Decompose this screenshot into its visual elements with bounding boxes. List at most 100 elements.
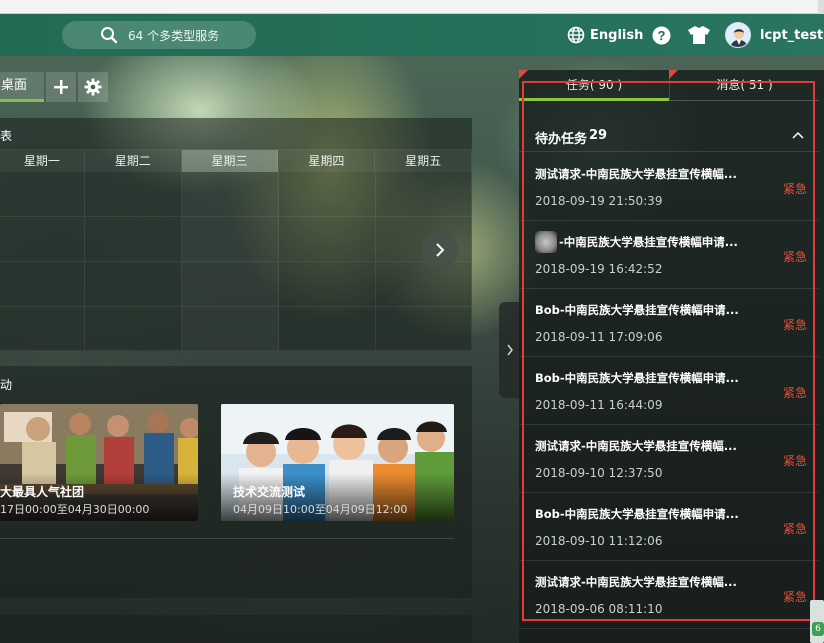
tab-corner-marker	[519, 70, 528, 79]
activity-title: 动	[0, 378, 13, 392]
gear-icon	[84, 78, 102, 96]
activity-card-title: 大最具人气社团	[0, 485, 85, 499]
tab-tasks[interactable]: 任务( 90 )	[519, 70, 669, 101]
task-item[interactable]: 测试请求-中南民族大学悬挂宣传横幅... 2018-09-06 08:11:10 紧…	[519, 561, 819, 629]
urgent-badge: 紧急	[783, 182, 808, 196]
schedule-cell[interactable]	[376, 262, 472, 307]
search-input[interactable]: 64 个多类型服务	[62, 21, 256, 49]
avatar	[725, 22, 751, 48]
weekday-wed: 星期三	[181, 150, 279, 172]
schedule-grid	[0, 172, 472, 351]
task-date: 2018-09-10 12:37:50	[535, 466, 663, 480]
schedule-cell[interactable]	[376, 172, 472, 217]
weekday-thu: 星期四	[278, 150, 376, 172]
plus-icon	[54, 80, 68, 94]
tab-messages[interactable]: 消息( 51 )	[669, 70, 819, 101]
todo-label: 待办任务	[535, 132, 588, 147]
task-item[interactable]: 测试请求-中南民族大学悬挂宣传横幅... 2018-09-10 12:37:50 紧…	[519, 425, 819, 493]
task-date: 2018-09-10 11:12:06	[535, 534, 663, 548]
schedule-cell[interactable]	[182, 217, 279, 262]
divider	[0, 538, 454, 539]
bottom-widget	[0, 615, 472, 643]
urgent-badge: 紧急	[783, 250, 808, 264]
task-sidebar: 任务( 90 ) 消息( 51 ) 待办任务 29 测试请求-中南民族大学悬挂宣…	[519, 70, 824, 643]
svg-text:?: ?	[658, 28, 666, 43]
username: lcpt_test	[760, 27, 824, 43]
schedule-title: 表	[0, 129, 13, 143]
scroll-badge: 6	[812, 622, 824, 636]
search-placeholder: 64 个多类型服务	[128, 28, 220, 43]
weekday-tue: 星期二	[84, 150, 182, 172]
task-title: 测试请求-中南民族大学悬挂宣传横幅...	[535, 439, 737, 453]
language-label: English	[590, 27, 644, 43]
schedule-cell[interactable]	[279, 217, 376, 262]
activity-card-title: 技术交流测试	[233, 485, 306, 499]
add-desktop-button[interactable]	[46, 72, 76, 102]
schedule-cell[interactable]	[182, 172, 279, 217]
activity-card-date: 17日00:00至04月30日00:00	[0, 503, 150, 516]
scrollbar[interactable]: 6	[810, 600, 824, 643]
task-title: 测试请求-中南民族大学悬挂宣传横幅...	[535, 167, 737, 181]
schedule-cell[interactable]	[85, 217, 182, 262]
todo-section-header[interactable]: 待办任务 29	[519, 118, 819, 152]
task-date: 2018-09-11 17:09:06	[535, 330, 663, 344]
task-date: 2018-09-19 21:50:39	[535, 194, 663, 208]
schedule-cell[interactable]	[279, 307, 376, 351]
task-date: 2018-09-06 08:11:10	[535, 602, 663, 616]
schedule-cell[interactable]	[376, 307, 472, 351]
task-title: Bob-中南民族大学悬挂宣传横幅申请...	[535, 371, 739, 385]
urgent-badge: 紧急	[783, 386, 808, 400]
language-switch[interactable]: English	[567, 14, 643, 56]
schedule-cell[interactable]	[182, 307, 279, 351]
task-title: -中南民族大学悬挂宣传横幅申请...	[559, 235, 738, 249]
schedule-cell[interactable]	[0, 217, 85, 262]
browser-top-strip	[0, 0, 824, 14]
task-date: 2018-09-19 16:42:52	[535, 262, 663, 276]
todo-count: 29	[589, 128, 608, 143]
task-item[interactable]: Bob-中南民族大学悬挂宣传横幅申请... 2018-09-11 17:09:06…	[519, 289, 819, 357]
tab-corner-marker	[669, 70, 678, 79]
schedule-cell[interactable]	[85, 307, 182, 351]
schedule-cell[interactable]	[279, 262, 376, 307]
task-item[interactable]: -中南民族大学悬挂宣传横幅申请... 2018-09-19 16:42:52 紧急	[519, 221, 819, 289]
task-title: Bob-中南民族大学悬挂宣传横幅申请...	[535, 303, 739, 317]
user-menu[interactable]: lcpt_test	[725, 14, 823, 56]
blurred-avatar	[535, 231, 557, 253]
weekday-fri: 星期五	[375, 150, 473, 172]
help-icon: ?	[652, 26, 671, 44]
globe-icon	[567, 26, 585, 44]
sidebar-toggle-button[interactable]	[499, 302, 521, 398]
theme-button[interactable]	[687, 14, 711, 56]
urgent-badge: 紧急	[783, 590, 808, 604]
urgent-badge: 紧急	[783, 522, 808, 536]
help-button[interactable]: ?	[652, 14, 671, 56]
schedule-cell[interactable]	[0, 172, 85, 217]
activity-card-date: 04月09日10:00至04月09日12:00	[233, 503, 408, 516]
chevron-right-icon	[507, 344, 513, 356]
schedule-cell[interactable]	[85, 262, 182, 307]
schedule-cell[interactable]	[279, 172, 376, 217]
weekday-header: 星期一 星期二 星期三 星期四 星期五	[0, 149, 473, 172]
task-title: 测试请求-中南民族大学悬挂宣传横幅...	[535, 575, 737, 589]
chevron-right-icon	[436, 243, 445, 257]
task-item[interactable]: Bob-中南民族大学悬挂宣传横幅申请... 2018-09-10 11:12:06…	[519, 493, 819, 561]
schedule-cell[interactable]	[0, 262, 85, 307]
search-icon	[101, 27, 118, 44]
task-item[interactable]: 测试请求-中南民族大学悬挂宣传横幅... 2018-09-19 21:50:39 紧…	[519, 153, 819, 221]
chevron-up-icon[interactable]	[792, 131, 804, 139]
top-header: 64 个多类型服务 English ? lcpt_test	[0, 14, 824, 56]
desktop-settings-button[interactable]	[78, 72, 108, 102]
task-title: Bob-中南民族大学悬挂宣传横幅申请...	[535, 507, 739, 521]
tab-desktop[interactable]: 桌面	[0, 72, 44, 102]
schedule-cell[interactable]	[0, 307, 85, 351]
task-date: 2018-09-11 16:44:09	[535, 398, 663, 412]
weekday-mon: 星期一	[0, 150, 85, 172]
schedule-cell[interactable]	[182, 262, 279, 307]
schedule-cell[interactable]	[85, 172, 182, 217]
schedule-next-button[interactable]	[421, 231, 459, 269]
activity-card[interactable]: 技术交流测试 04月09日10:00至04月09日12:00	[221, 404, 454, 521]
urgent-badge: 紧急	[783, 318, 808, 332]
urgent-badge: 紧急	[783, 454, 808, 468]
task-item[interactable]: Bob-中南民族大学悬挂宣传横幅申请... 2018-09-11 16:44:09…	[519, 357, 819, 425]
activity-card[interactable]: 大最具人气社团 17日00:00至04月30日00:00	[0, 404, 198, 521]
